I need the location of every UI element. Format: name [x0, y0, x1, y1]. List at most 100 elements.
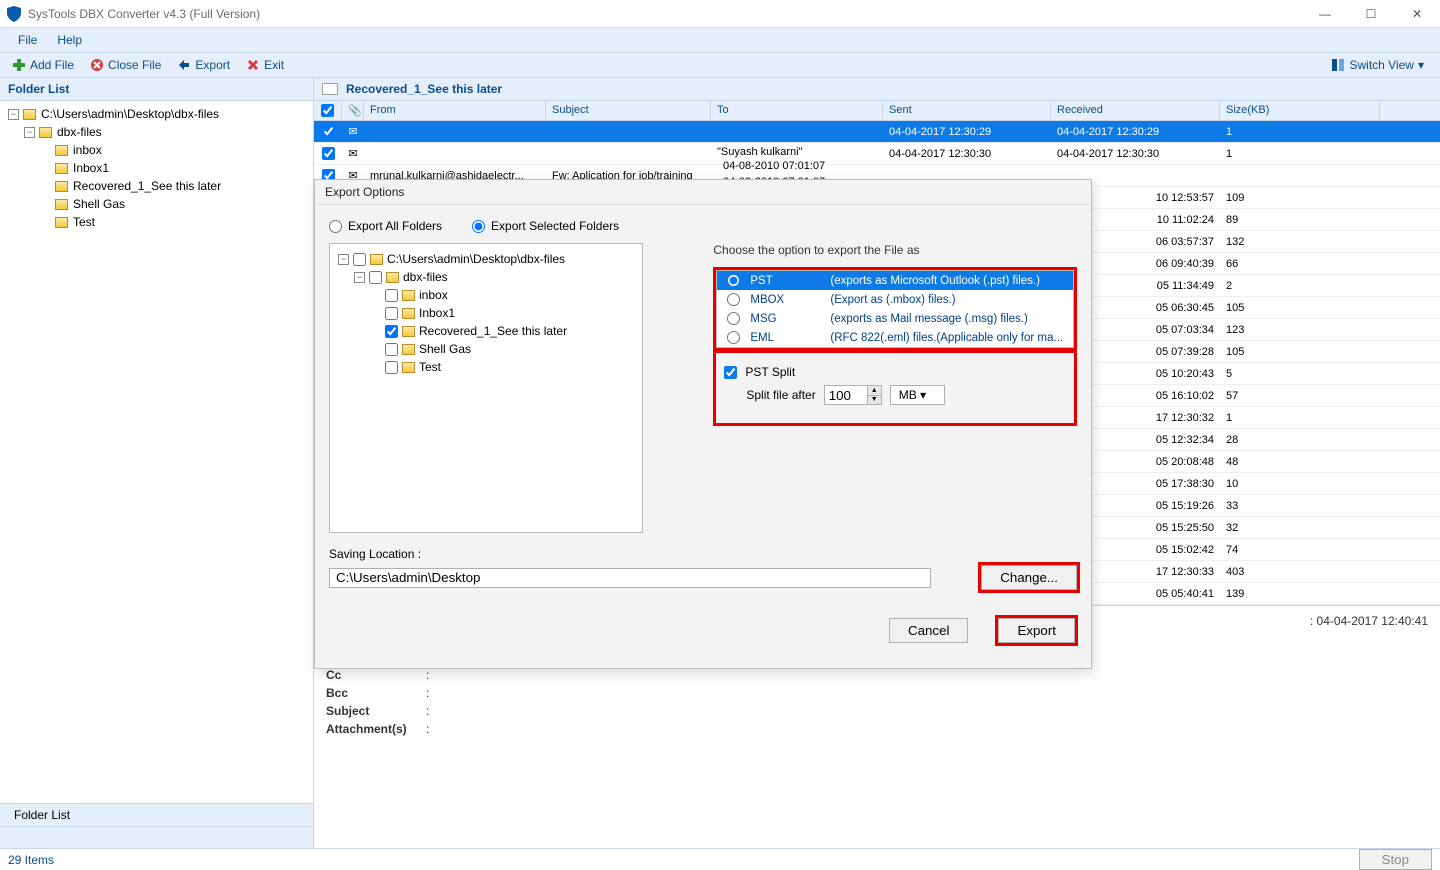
export-icon: [177, 58, 191, 72]
folder-icon: [55, 181, 68, 192]
minimize-button[interactable]: —: [1302, 0, 1348, 28]
stop-button[interactable]: Stop: [1359, 849, 1432, 870]
tree-checkbox[interactable]: [353, 253, 366, 266]
export-scope: Export All Folders Export Selected Folde…: [329, 215, 1077, 243]
tree-expander-icon[interactable]: −: [338, 254, 349, 265]
header-subject[interactable]: Subject: [546, 101, 711, 120]
plus-icon: [12, 58, 26, 72]
detail-cc-label: Cc: [326, 668, 426, 682]
cancel-button[interactable]: Cancel: [889, 618, 969, 643]
header-sent[interactable]: Sent: [883, 101, 1051, 120]
close-window-button[interactable]: ✕: [1394, 0, 1440, 28]
tree-checkbox[interactable]: [369, 271, 382, 284]
toolbar: Add File Close File Export Exit Switch V…: [0, 52, 1440, 78]
app-title: SysTools DBX Converter v4.3 (Full Versio…: [28, 7, 260, 21]
add-file-button[interactable]: Add File: [6, 56, 80, 74]
choose-format-label: Choose the option to export the File as: [713, 243, 1077, 267]
change-location-button[interactable]: Change...: [981, 565, 1077, 590]
export-folder-tree[interactable]: − C:\Users\admin\Desktop\dbx-files − dbx-f…: [329, 243, 643, 533]
folder-list-header: Folder List: [0, 78, 313, 101]
folder-icon: [55, 145, 68, 156]
maximize-button[interactable]: ☐: [1348, 0, 1394, 28]
export-tree-item[interactable]: Inbox1: [419, 304, 455, 322]
header-from[interactable]: From: [364, 101, 546, 120]
tree-root[interactable]: C:\Users\admin\Desktop\dbx-files: [41, 105, 219, 123]
folder-icon: [402, 290, 415, 301]
header-attachment[interactable]: 📎: [342, 101, 364, 120]
folder-icon: [402, 326, 415, 337]
export-tree-item[interactable]: Shell Gas: [419, 340, 471, 358]
status-count: 29 Items: [8, 853, 54, 867]
tree-dbx[interactable]: dbx-files: [57, 123, 102, 141]
tree-item[interactable]: inbox: [73, 141, 102, 159]
tree-expander-icon[interactable]: −: [8, 109, 19, 120]
export-tree-item[interactable]: Recovered_1_See this later: [419, 322, 567, 340]
exit-button[interactable]: Exit: [240, 56, 290, 74]
grid-header: 📎 From Subject To Sent Received Size(KB): [314, 101, 1440, 121]
folder-tree[interactable]: −C:\Users\admin\Desktop\dbx-files −dbx-f…: [0, 101, 313, 456]
window-controls: — ☐ ✕: [1302, 0, 1440, 28]
folder-icon: [55, 217, 68, 228]
split-highlight: PST Split Split file after ▲▼ MB ▾: [713, 350, 1077, 426]
mail-icon: [322, 83, 338, 95]
header-received[interactable]: Received: [1051, 101, 1220, 120]
switch-view-icon: [1331, 58, 1345, 72]
menubar: File Help: [0, 28, 1440, 52]
tree-item[interactable]: Inbox1: [73, 159, 109, 177]
spinner-up-icon[interactable]: ▲: [867, 386, 881, 396]
export-confirm-button[interactable]: Export: [998, 618, 1075, 643]
tree-item[interactable]: Shell Gas: [73, 195, 125, 213]
export-button[interactable]: Export: [171, 56, 236, 74]
pst-split-checkbox[interactable]: PST Split: [724, 365, 1066, 379]
header-size[interactable]: Size(KB): [1220, 101, 1380, 120]
export-all-radio[interactable]: Export All Folders: [329, 219, 442, 233]
close-file-button[interactable]: Close File: [84, 56, 167, 74]
tree-expander-icon[interactable]: −: [24, 127, 35, 138]
export-tree-item[interactable]: inbox: [419, 286, 448, 304]
header-checkbox[interactable]: [314, 101, 342, 120]
saving-location-input[interactable]: [329, 568, 931, 588]
folder-title-bar: Recovered_1_See this later: [314, 78, 1440, 101]
format-list: PST (exports as Microsoft Outlook (.pst)…: [716, 270, 1074, 348]
tree-item[interactable]: Recovered_1_See this later: [73, 177, 221, 195]
tree-checkbox[interactable]: [385, 307, 398, 320]
split-size-spinner[interactable]: ▲▼: [824, 385, 882, 405]
export-tree-dbx[interactable]: dbx-files: [403, 268, 448, 286]
chevron-down-icon: ▾: [1418, 58, 1424, 72]
detail-attachments-label: Attachment(s): [326, 722, 426, 736]
format-option-pst[interactable]: PST (exports as Microsoft Outlook (.pst)…: [717, 271, 1073, 290]
export-label: Export: [195, 58, 230, 72]
folder-list-tab-label: Folder List: [14, 808, 70, 822]
split-after-label: Split file after: [746, 388, 815, 402]
export-tree-item[interactable]: Test: [419, 358, 441, 376]
app-icon: [6, 6, 22, 22]
folder-list-tab[interactable]: Folder List: [0, 803, 313, 826]
export-selected-radio[interactable]: Export Selected Folders: [472, 219, 619, 233]
tree-checkbox[interactable]: [385, 325, 398, 338]
menu-help[interactable]: Help: [47, 31, 92, 49]
detail-bcc-label: Bcc: [326, 686, 426, 700]
tree-checkbox[interactable]: [385, 361, 398, 374]
switch-view-button[interactable]: Switch View ▾: [1325, 56, 1430, 74]
detail-subject-label: Subject: [326, 704, 426, 718]
folder-list-pane: Folder List −C:\Users\admin\Desktop\dbx-…: [0, 78, 314, 848]
detail-received-value: : 04-04-2017 12:40:41: [1310, 614, 1428, 628]
format-option-msg[interactable]: MSG (exports as Mail message (.msg) file…: [717, 309, 1073, 328]
titlebar: SysTools DBX Converter v4.3 (Full Versio…: [0, 0, 1440, 28]
folder-icon: [386, 272, 399, 283]
format-option-eml[interactable]: EML (RFC 822(.eml) files.(Applicable onl…: [717, 328, 1073, 347]
tree-checkbox[interactable]: [385, 343, 398, 356]
table-row[interactable]: ✉ 04-04-2017 12:30:29 04-04-2017 12:30:2…: [314, 121, 1440, 143]
tree-expander-icon[interactable]: −: [354, 272, 365, 283]
tree-item[interactable]: Test: [73, 213, 95, 231]
header-to[interactable]: To: [711, 101, 883, 120]
add-file-label: Add File: [30, 58, 74, 72]
menu-file[interactable]: File: [8, 31, 47, 49]
tree-checkbox[interactable]: [385, 289, 398, 302]
format-highlight: PST (exports as Microsoft Outlook (.pst)…: [713, 267, 1077, 351]
format-option-mbox[interactable]: MBOX (Export as (.mbox) files.): [717, 290, 1073, 309]
split-unit-select[interactable]: MB ▾: [890, 385, 945, 405]
dialog-title: Export Options: [315, 180, 1091, 205]
spinner-down-icon[interactable]: ▼: [867, 396, 881, 405]
export-tree-root[interactable]: C:\Users\admin\Desktop\dbx-files: [387, 250, 565, 268]
